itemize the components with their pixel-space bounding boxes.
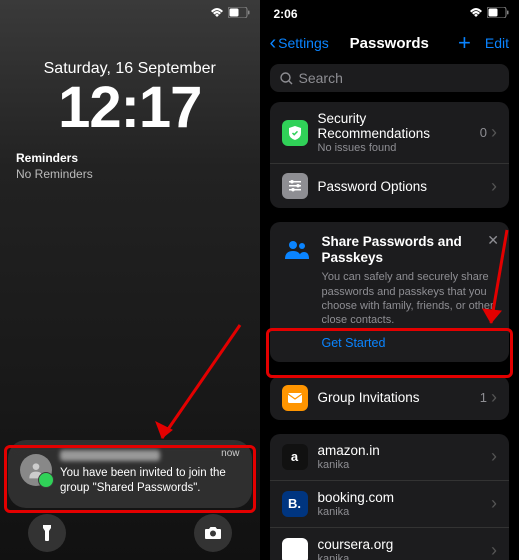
site-name: amazon.in xyxy=(318,443,482,458)
chevron-right-icon: › xyxy=(491,540,497,560)
camera-icon xyxy=(204,526,222,540)
site-icon: B. xyxy=(282,491,308,517)
lockscreen-time: 12:17 xyxy=(0,74,260,141)
group-invitations-section: Group Invitations 1 › xyxy=(270,376,510,420)
site-name: coursera.org xyxy=(318,537,482,552)
edit-button[interactable]: Edit xyxy=(485,35,509,51)
site-user: kanika xyxy=(318,506,482,518)
camera-button[interactable] xyxy=(194,514,232,552)
widget-title: Reminders xyxy=(16,151,260,165)
site-user: kanika xyxy=(318,553,482,560)
recommendations-section: Security Recommendations No issues found… xyxy=(270,102,510,208)
battery-icon xyxy=(487,7,509,21)
row-count: 1 xyxy=(480,390,487,405)
envelope-icon xyxy=(282,385,308,411)
row-count: 0 xyxy=(480,125,487,140)
notification-time: now xyxy=(221,448,239,459)
reminders-widget[interactable]: Reminders No Reminders xyxy=(16,151,260,181)
nav-bar: ‹ Settings Passwords + Edit xyxy=(260,24,519,62)
people-icon xyxy=(282,234,312,264)
promo-title: Share Passwords and Passkeys xyxy=(322,234,498,266)
notification[interactable]: You have been invited to join the group … xyxy=(8,440,252,508)
page-title: Passwords xyxy=(350,35,429,52)
list-item[interactable]: B. booking.com kanika › xyxy=(270,481,510,528)
status-bar xyxy=(0,0,260,24)
chevron-right-icon: › xyxy=(491,493,497,514)
search-icon xyxy=(280,72,293,85)
site-name: booking.com xyxy=(318,490,482,505)
close-icon: ✕ xyxy=(487,232,499,248)
app-badge-icon xyxy=(38,472,54,488)
close-button[interactable]: ✕ xyxy=(487,232,499,249)
add-button[interactable]: + xyxy=(458,30,471,56)
status-time: 2:06 xyxy=(274,7,334,21)
wifi-icon xyxy=(210,7,224,21)
get-started-button[interactable]: Get Started xyxy=(322,336,498,350)
lockscreen: Saturday, 16 September 12:17 Reminders N… xyxy=(0,0,260,560)
share-promo: Share Passwords and Passkeys You can saf… xyxy=(270,222,510,362)
site-icon: a xyxy=(282,444,308,470)
shield-icon xyxy=(282,120,308,146)
passwords-screen: 2:06 ‹ Settings Passwords + Edit Search … xyxy=(260,0,519,560)
flashlight-button[interactable] xyxy=(28,514,66,552)
row-title: Password Options xyxy=(318,179,482,194)
wifi-icon xyxy=(469,7,483,21)
row-subtitle: No issues found xyxy=(318,142,470,154)
chevron-right-icon: › xyxy=(491,387,497,408)
avatar-icon xyxy=(20,454,52,486)
notification-sender-redacted xyxy=(60,450,160,461)
chevron-right-icon: › xyxy=(491,176,497,197)
promo-body: You can safely and securely share passwo… xyxy=(322,270,498,327)
list-item[interactable]: coursera.org kanika › xyxy=(270,528,510,560)
search-input[interactable]: Search xyxy=(270,64,510,92)
row-title: Security Recommendations xyxy=(318,111,470,141)
chevron-left-icon: ‹ xyxy=(270,32,277,55)
annotation-arrow xyxy=(150,320,250,450)
row-title: Group Invitations xyxy=(318,390,470,405)
status-bar: 2:06 xyxy=(260,0,519,24)
group-invitations-row[interactable]: Group Invitations 1 › xyxy=(270,376,510,420)
battery-icon xyxy=(228,7,250,21)
chevron-right-icon: › xyxy=(491,446,497,467)
passwords-list: a amazon.in kanika › B. booking.com kani… xyxy=(270,434,510,560)
widget-body: No Reminders xyxy=(16,167,260,181)
site-icon xyxy=(282,538,308,560)
options-icon xyxy=(282,173,308,199)
search-placeholder: Search xyxy=(299,70,343,86)
back-button[interactable]: ‹ Settings xyxy=(270,32,329,55)
security-recommendations-row[interactable]: Security Recommendations No issues found… xyxy=(270,102,510,164)
password-options-row[interactable]: Password Options › xyxy=(270,164,510,208)
back-label: Settings xyxy=(278,35,329,51)
flashlight-icon xyxy=(39,524,55,542)
list-item[interactable]: a amazon.in kanika › xyxy=(270,434,510,481)
site-user: kanika xyxy=(318,459,482,471)
chevron-right-icon: › xyxy=(491,122,497,143)
notification-text: You have been invited to join the group … xyxy=(60,467,226,494)
